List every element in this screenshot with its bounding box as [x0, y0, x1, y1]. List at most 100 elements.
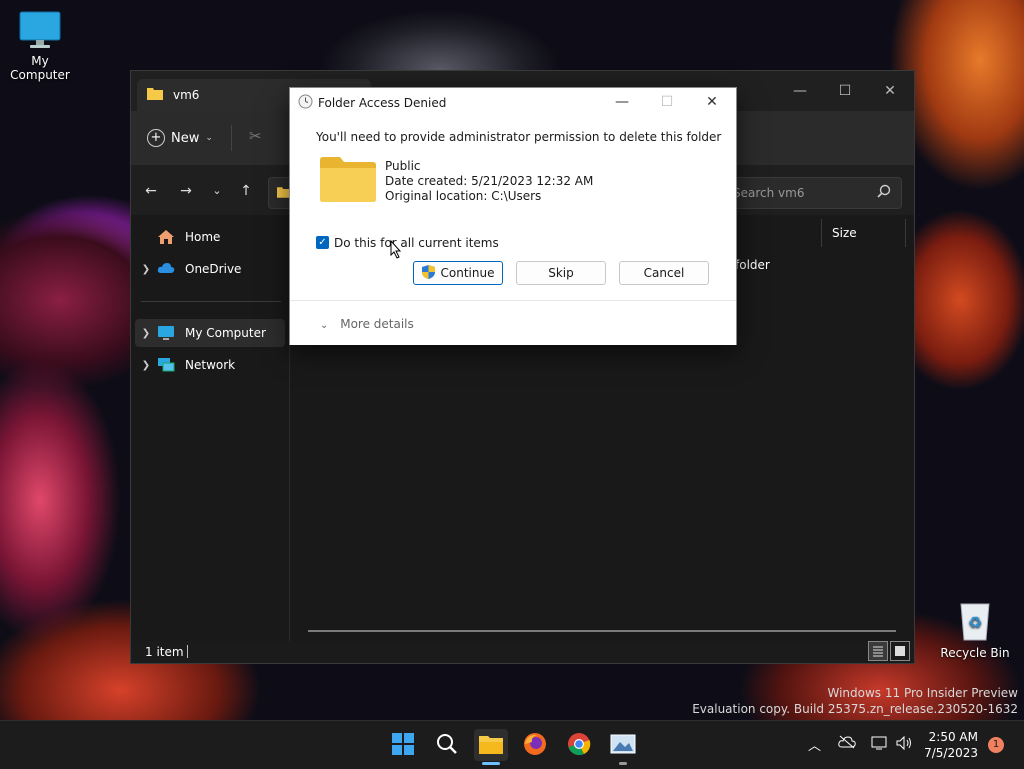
minimize-button[interactable]: — — [778, 77, 822, 105]
back-arrow-icon[interactable]: ← — [139, 179, 163, 203]
network-icon — [157, 357, 179, 373]
cancel-button[interactable]: Cancel — [619, 261, 709, 285]
app-button[interactable] — [606, 729, 640, 765]
cloud-off-icon[interactable] — [838, 735, 856, 753]
chevron-down-icon: ⌄ — [320, 320, 329, 331]
search-icon — [877, 184, 891, 201]
monitor-icon — [18, 10, 62, 50]
desktop-icon-recycle-bin[interactable]: ♻ Recycle Bin — [935, 598, 1015, 660]
plus-circle-icon: + — [147, 129, 165, 147]
network-status-icon[interactable] — [871, 735, 889, 755]
svg-text:♻: ♻ — [968, 613, 982, 632]
windows-logo-icon — [391, 732, 415, 759]
clock[interactable]: 2:50 AM 7/5/2023 — [924, 729, 978, 761]
chrome-icon — [567, 732, 591, 759]
file-explorer-taskbar-button[interactable] — [474, 729, 508, 765]
up-arrow-icon[interactable]: ↑ — [234, 179, 258, 203]
sidebar-item-label: Home — [185, 230, 221, 244]
sidebar-item-network[interactable]: ❯ Network — [135, 351, 285, 379]
column-divider — [905, 219, 906, 247]
chevron-right-icon[interactable]: ❯ — [135, 328, 157, 339]
navigation-pane: Home ❯ OneDrive ❯ My Computer ❯ Network — [131, 215, 290, 641]
firefox-button[interactable] — [518, 729, 552, 761]
apply-all-label[interactable]: Do this for all current items — [334, 236, 499, 250]
search-icon — [436, 733, 458, 758]
uac-shield-icon — [421, 264, 435, 282]
skip-button-label: Skip — [548, 266, 574, 280]
new-button-label: New — [171, 130, 200, 146]
close-button[interactable]: ✕ — [868, 77, 912, 105]
mouse-cursor — [390, 239, 402, 262]
file-type-cell: folder — [735, 258, 770, 272]
folder-original-location: Original location: C:\Users — [385, 189, 542, 203]
apply-all-checkbox[interactable]: ✓ — [316, 236, 329, 249]
dialog-message: You'll need to provide administrator per… — [316, 130, 722, 144]
clock-time: 2:50 AM — [928, 730, 978, 744]
notification-badge[interactable]: 1 — [988, 737, 1004, 753]
cloud-icon — [157, 261, 179, 277]
desktop-icon-my-computer[interactable]: My Computer — [0, 10, 80, 82]
home-icon — [157, 229, 179, 245]
clock-icon — [298, 94, 313, 112]
taskbar: ︿ 2:50 AM 7/5/2023 1 — [0, 720, 1024, 769]
horizontal-scrollbar[interactable] — [308, 630, 896, 632]
more-details-label: More details — [340, 317, 414, 331]
details-view-icon[interactable] — [868, 641, 888, 661]
folder-access-denied-dialog: Folder Access Denied — ☐ ✕ You'll need t… — [289, 87, 737, 345]
sidebar-item-home[interactable]: Home — [135, 223, 285, 251]
more-details-toggle[interactable]: ⌄ More details — [320, 317, 414, 331]
firefox-icon — [523, 732, 547, 759]
active-indicator — [482, 762, 500, 765]
desktop-icon-label: Recycle Bin — [940, 646, 1010, 660]
cancel-button-label: Cancel — [643, 266, 685, 280]
recycle-bin-icon: ♻ — [955, 598, 995, 642]
desktop-icon-label: My Computer — [10, 54, 70, 82]
chevron-right-icon[interactable]: ❯ — [135, 264, 157, 275]
item-count: 1 item — [145, 645, 184, 659]
skip-button[interactable]: Skip — [516, 261, 606, 285]
forward-arrow-icon[interactable]: → — [174, 179, 198, 203]
column-header-size[interactable]: Size — [821, 219, 857, 247]
folder-name: Public — [385, 159, 421, 173]
sidebar-item-label: Network — [185, 358, 236, 372]
search-box[interactable]: Search vm6 — [724, 177, 902, 209]
sidebar-item-onedrive[interactable]: ❯ OneDrive — [135, 255, 285, 283]
search-placeholder: Search vm6 — [733, 186, 805, 200]
clock-date: 7/5/2023 — [924, 746, 978, 760]
folder-info: Public Date created: 5/21/2023 12:32 AM … — [385, 159, 593, 204]
sidebar-divider — [141, 301, 281, 302]
start-button[interactable] — [386, 729, 420, 761]
sidebar-item-label: My Computer — [185, 326, 266, 340]
sidebar-item-my-computer[interactable]: ❯ My Computer — [135, 319, 285, 347]
running-indicator — [619, 762, 627, 765]
show-hidden-icons-chevron-icon[interactable]: ︿ — [808, 735, 821, 754]
chevron-right-icon[interactable]: ❯ — [135, 360, 157, 371]
watermark-line2: Evaluation copy. Build 25375.zn_release.… — [692, 702, 1018, 716]
folder-icon — [479, 734, 503, 757]
monitor-icon — [157, 325, 179, 341]
folder-date-created: Date created: 5/21/2023 12:32 AM — [385, 174, 594, 188]
dialog-maximize-button: ☐ — [660, 94, 674, 110]
image-viewer-icon — [610, 734, 636, 757]
sidebar-item-label: OneDrive — [185, 262, 242, 276]
toolbar-divider — [231, 125, 232, 151]
volume-icon[interactable] — [895, 735, 913, 755]
search-button[interactable] — [430, 729, 464, 761]
windows-watermark: Windows 11 Pro Insider Preview Evaluatio… — [692, 685, 1018, 717]
folder-icon — [147, 87, 163, 100]
details-bar: ⌄ More details — [290, 300, 736, 345]
status-bar: 1 item — [131, 641, 914, 663]
watermark-line1: Windows 11 Pro Insider Preview — [827, 686, 1018, 700]
maximize-button[interactable]: ☐ — [823, 77, 867, 105]
continue-button-label: Continue — [440, 266, 495, 280]
dialog-minimize-button[interactable]: — — [600, 88, 644, 116]
cut-icon[interactable]: ✂ — [249, 127, 262, 145]
dialog-close-button[interactable]: ✕ — [690, 88, 734, 116]
chrome-button[interactable] — [562, 729, 596, 761]
new-button[interactable]: + New ⌄ — [147, 127, 213, 149]
tiles-view-icon[interactable] — [890, 641, 910, 661]
chevron-down-icon: ⌄ — [205, 133, 213, 143]
recent-chevron-icon[interactable]: ⌄ — [205, 179, 229, 203]
continue-button[interactable]: Continue — [413, 261, 503, 285]
dialog-title: Folder Access Denied — [318, 96, 447, 110]
